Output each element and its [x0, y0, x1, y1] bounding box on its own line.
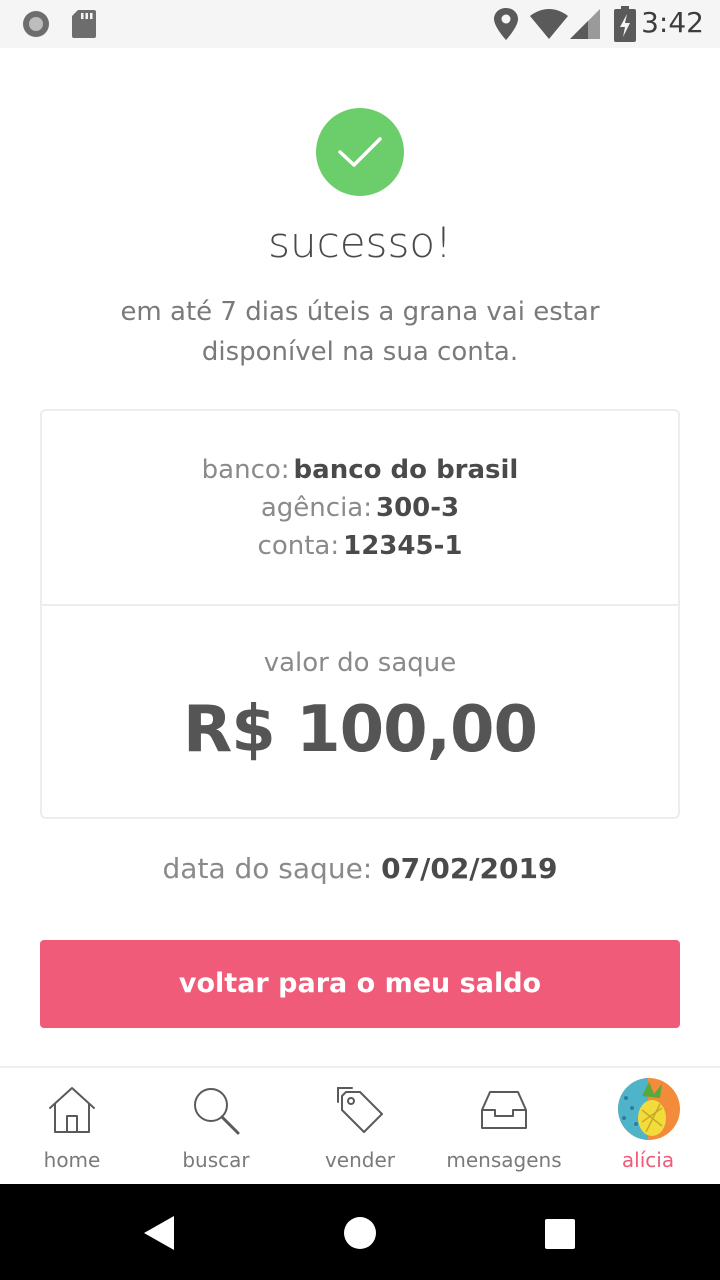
nav-item-messages[interactable]: mensagens — [432, 1068, 576, 1184]
date-label: data do saque: — [162, 852, 373, 885]
divider — [42, 604, 678, 606]
nav-item-home[interactable]: home — [0, 1068, 144, 1184]
account-label: conta: — [257, 531, 340, 561]
account-row: conta: 12345-1 — [42, 527, 678, 565]
recents-icon[interactable] — [544, 1218, 576, 1250]
nav-item-profile[interactable]: alícia — [576, 1068, 720, 1184]
battery-charging-icon — [614, 6, 636, 42]
account-value: 12345-1 — [343, 531, 463, 561]
bank-value: banco do brasil — [293, 455, 519, 485]
nav-label-search: buscar — [182, 1148, 250, 1172]
location-icon — [494, 8, 518, 40]
system-nav-bar — [0, 1184, 720, 1280]
date-value: 07/02/2019 — [381, 852, 558, 885]
inbox-icon — [481, 1091, 527, 1129]
back-icon[interactable] — [144, 1216, 176, 1250]
sd-card-icon — [72, 10, 96, 38]
nav-label-sell: vender — [324, 1148, 396, 1172]
search-icon — [194, 1088, 240, 1135]
nav-item-sell[interactable]: vender — [288, 1068, 432, 1184]
withdrawal-date: data do saque: 07/02/2019 — [0, 852, 720, 885]
tag-icon — [337, 1087, 383, 1133]
amount-label: valor do saque — [263, 648, 457, 678]
back-to-balance-button[interactable]: voltar para o meu saldo — [40, 940, 680, 1028]
page-title: sucesso! — [268, 218, 452, 267]
agency-row: agência: 300-3 — [42, 489, 678, 527]
nav-label-home: home — [43, 1148, 101, 1172]
bank-row: banco: banco do brasil — [42, 451, 678, 489]
wifi-icon — [530, 9, 568, 39]
nav-item-search[interactable]: buscar — [144, 1068, 288, 1184]
avatar — [618, 1078, 680, 1140]
home-button-icon[interactable] — [343, 1216, 377, 1250]
agency-label: agência: — [260, 493, 372, 523]
nav-label-messages: mensagens — [446, 1148, 562, 1172]
record-icon — [23, 11, 49, 37]
home-icon — [49, 1087, 95, 1133]
success-message: em até 7 dias úteis a grana vai estar di… — [120, 297, 600, 367]
signal-icon — [570, 9, 600, 39]
bank-details: banco: banco do brasil agência: 300-3 cont… — [42, 451, 678, 565]
bank-label: banco: — [201, 455, 290, 485]
status-bar: 3:42 — [0, 0, 720, 48]
success-check-icon — [316, 108, 404, 196]
amount-value: R$ 100,00 — [182, 693, 538, 767]
agency-value: 300-3 — [375, 493, 460, 523]
withdrawal-details-card: banco: banco do brasil agência: 300-3 cont… — [40, 409, 680, 819]
clock: 3:42 — [641, 6, 704, 39]
nav-label-profile: alícia — [621, 1148, 675, 1172]
bottom-nav: home buscar vender mensagens alícia — [0, 1066, 720, 1184]
